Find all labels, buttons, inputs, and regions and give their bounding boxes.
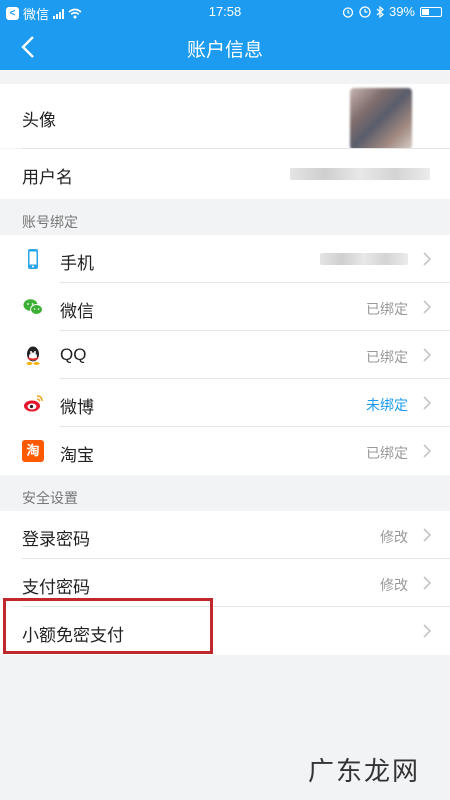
- phone-value-blurred: [320, 253, 408, 265]
- wechat-icon: [22, 296, 44, 318]
- nav-bar: 账户信息: [0, 24, 450, 70]
- security-row[interactable]: 登录密码 修改: [0, 511, 450, 559]
- chevron-right-icon: [423, 444, 432, 458]
- chevron-right-icon: [423, 576, 432, 590]
- battery-percent: 39%: [388, 4, 415, 19]
- weibo-icon: [22, 392, 44, 414]
- taobao-icon: 淘: [22, 440, 44, 462]
- chevron-right-icon: [423, 252, 432, 266]
- chevron-right-icon: [423, 528, 432, 542]
- binding-status: 已绑定: [366, 301, 408, 317]
- bluetooth-icon: [376, 5, 384, 18]
- watermark: 广东龙网: [307, 757, 420, 787]
- binding-label: 淘宝: [60, 446, 94, 465]
- binding-status: 已绑定: [366, 349, 408, 365]
- avatar[interactable]: [350, 88, 412, 150]
- binding-label: 手机: [60, 254, 94, 273]
- binding-row[interactable]: QQ 已绑定: [0, 331, 450, 379]
- security-action: 修改: [380, 529, 408, 545]
- binding-label: 微博: [60, 398, 94, 417]
- binding-row[interactable]: 微博 未绑定: [0, 379, 450, 427]
- security-label: 支付密码: [22, 578, 90, 597]
- binding-label: 微信: [60, 302, 94, 321]
- battery-icon: [420, 6, 442, 17]
- binding-label: QQ: [60, 345, 87, 364]
- username-value-blurred: [290, 168, 430, 180]
- highlight-box: [3, 598, 213, 654]
- username-label: 用户名: [22, 168, 73, 187]
- chevron-right-icon: [423, 300, 432, 314]
- status-right: 39%: [342, 4, 442, 19]
- qq-icon: [22, 344, 44, 366]
- alarm-icon: [342, 6, 354, 18]
- clock-icon: [359, 5, 371, 18]
- chevron-right-icon: [423, 624, 432, 638]
- binding-row[interactable]: 淘淘宝 已绑定: [0, 427, 450, 475]
- section-title-security: 安全设置: [22, 490, 78, 506]
- avatar-label: 头像: [22, 111, 56, 130]
- security-action: 修改: [380, 577, 408, 593]
- chevron-right-icon: [423, 348, 432, 362]
- binding-row[interactable]: 微信 已绑定: [0, 283, 450, 331]
- status-bar: < 微信 17:58 39%: [0, 0, 450, 24]
- phone-icon: [22, 248, 44, 270]
- page-title: 账户信息: [186, 40, 263, 61]
- binding-status: 已绑定: [366, 445, 408, 461]
- section-title-binding: 账号绑定: [22, 214, 78, 230]
- username-row[interactable]: 用户名: [0, 149, 450, 199]
- binding-status: 未绑定: [366, 397, 408, 413]
- security-label: 登录密码: [22, 530, 90, 549]
- binding-row[interactable]: 手机: [0, 235, 450, 283]
- chevron-right-icon: [423, 396, 432, 410]
